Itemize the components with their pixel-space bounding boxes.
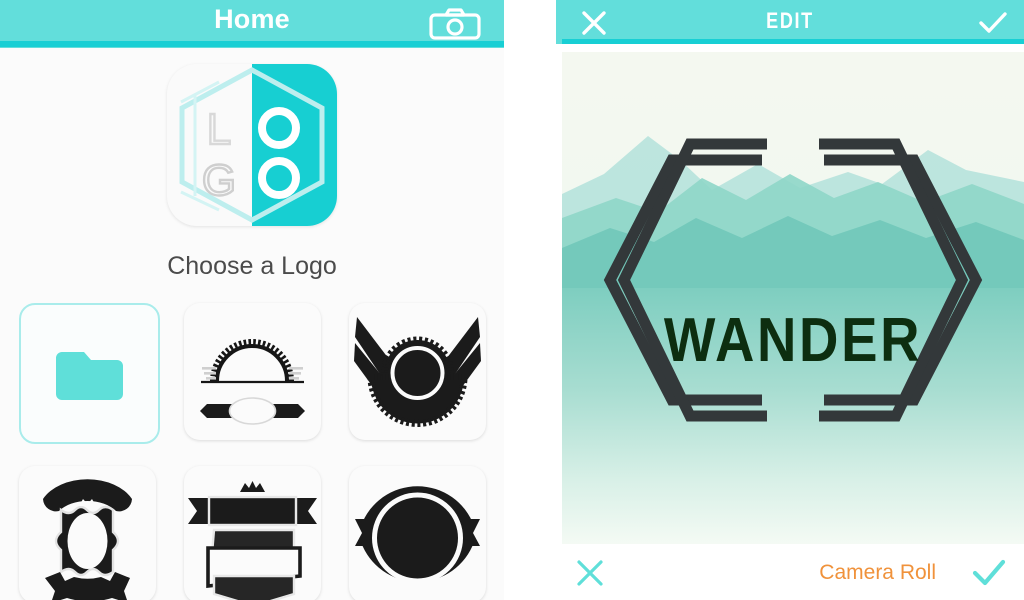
folder-icon [56,352,123,400]
logo-option-crest-shield[interactable] [19,466,156,600]
edit-header-underline [562,39,1024,44]
camera-icon[interactable] [428,7,482,41]
wings-gear-emblem-icon [354,317,481,427]
logo-option-ribbon-stack[interactable] [184,466,321,600]
camera-roll-button[interactable]: Camera Roll [819,561,936,585]
sidebar-item-folder-picker[interactable] [19,303,160,444]
app-logo-icon: L G [167,64,337,226]
edit-title: EDIT [766,8,814,33]
footer-check-icon[interactable] [972,559,1006,587]
logo-option-winged-gear[interactable] [349,303,486,440]
mountain-landscape-photo [562,52,1024,544]
header-underline [0,41,504,47]
circle-ring-ribbon-icon [355,486,480,584]
edit-footer-bar: Camera Roll [556,545,1024,600]
choose-logo-label: Choose a Logo [167,252,337,280]
home-header-bar: Home [0,0,504,48]
home-screen-panel: Home L G Choose a Logo [0,0,504,600]
edit-header-bar: EDIT [556,0,1024,44]
crown-shield-crest-icon [43,479,132,600]
check-icon[interactable] [978,11,1008,35]
arch-gear-banner-icon [200,339,305,425]
photo-preview[interactable]: WANDER [562,52,1024,544]
crown-banner-stack-icon [188,481,317,600]
logo-option-arch-banner[interactable] [184,303,321,440]
logo-option-circle-ribbon[interactable] [349,466,486,600]
app-icon-artwork: L G [179,67,325,223]
svg-text:L: L [207,105,231,154]
screenshot-root: Home L G Choose a Logo EDIT WANDER Camer… [0,0,1024,600]
footer-close-x-icon[interactable] [574,557,606,589]
svg-text:G: G [202,156,236,205]
photo-overlay-text: WANDER [663,306,923,375]
edit-screen-panel: EDIT WANDER Camera Roll [556,0,1024,600]
